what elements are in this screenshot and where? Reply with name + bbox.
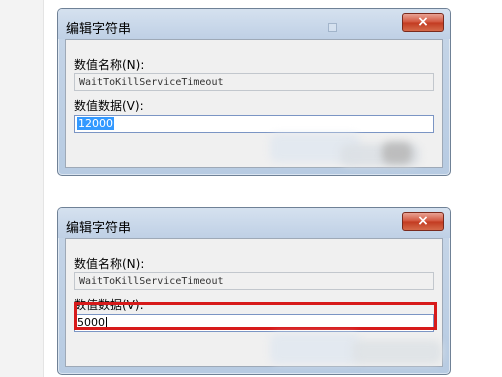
close-button[interactable]: × [402, 13, 444, 32]
dialog-title: 编辑字符串 [66, 22, 132, 37]
blur-patch [270, 334, 360, 364]
value-name-field: WaitToKillServiceTimeout [74, 73, 434, 91]
blur-patch [382, 142, 412, 164]
title-bar[interactable]: 编辑字符串 × [58, 208, 450, 238]
value-name-field: WaitToKillServiceTimeout [74, 272, 434, 290]
value-name-label: 数值名称(N): [74, 257, 145, 271]
value-data-text: 12000 [77, 117, 114, 130]
highlight-box [74, 302, 437, 330]
close-button[interactable]: × [402, 212, 444, 231]
blur-patch [352, 340, 442, 364]
value-data-input[interactable]: 12000 [74, 115, 434, 133]
value-name-label: 数值名称(N): [74, 58, 145, 72]
dialog-title: 编辑字符串 [66, 221, 132, 236]
value-data-label: 数值数据(V): [74, 99, 144, 113]
background-window-icon [328, 23, 337, 32]
background-panel [0, 0, 44, 377]
title-bar[interactable]: 编辑字符串 × [58, 9, 450, 39]
